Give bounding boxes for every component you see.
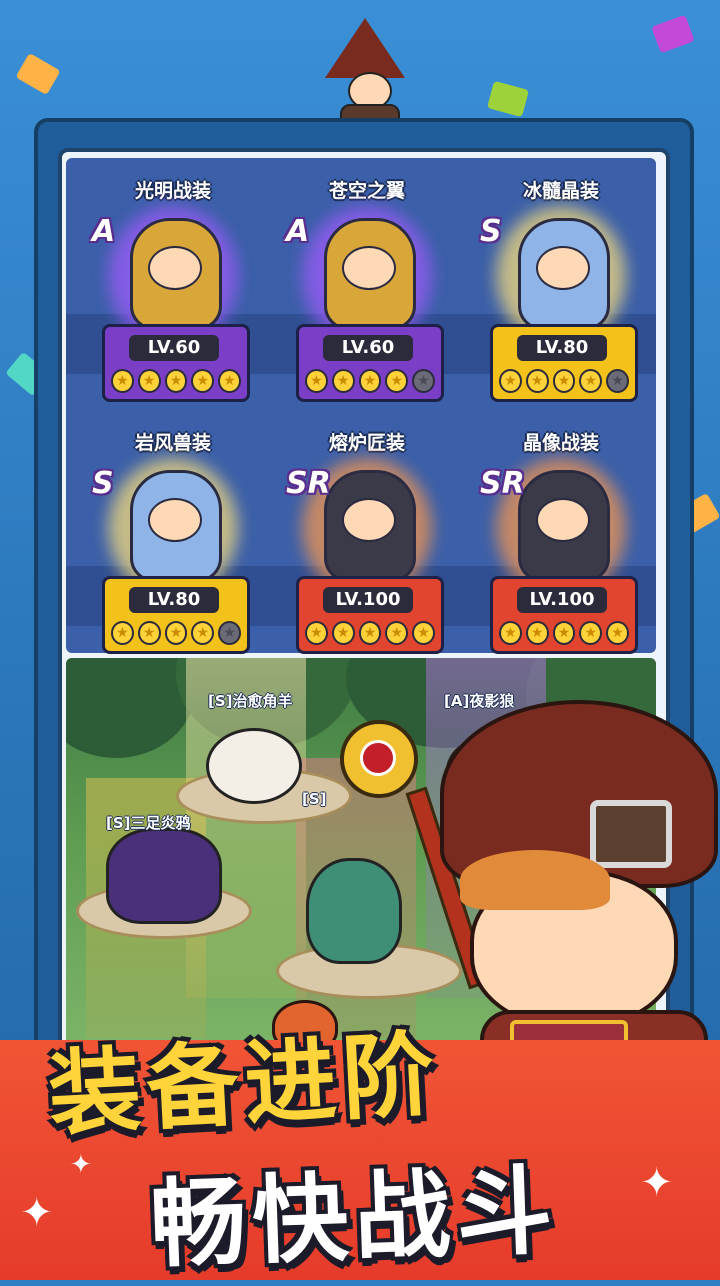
rank-badge: SR bbox=[286, 466, 331, 501]
pet-label-ram: [S]治愈角羊 bbox=[208, 692, 293, 710]
star-icon: ★ bbox=[552, 621, 576, 645]
equipment-name: 晶像战装 bbox=[522, 432, 599, 454]
level-plate: LV.100 ★ ★ ★ ★ ★ bbox=[490, 576, 638, 654]
equipment-card[interactable]: 熔炉匠装 SR LV.100 ★ ★ ★ ★ ★ bbox=[286, 428, 444, 658]
equipment-name: 光明战装 bbox=[134, 180, 211, 202]
equipment-card[interactable]: 岩风兽装 S LV.80 ★ ★ ★ ★ ★ bbox=[92, 428, 250, 658]
level-plate: LV.80 ★ ★ ★ ★ ★ bbox=[490, 324, 638, 402]
level-plate: LV.100 ★ ★ ★ ★ ★ bbox=[296, 576, 444, 654]
star-icon: ★ bbox=[358, 621, 382, 645]
star-icon: ★ bbox=[385, 621, 409, 645]
star-rating: ★ ★ ★ ★ ★ bbox=[111, 621, 241, 645]
slogan-line1: 装备进阶 bbox=[45, 1020, 443, 1149]
star-icon: ★ bbox=[305, 621, 328, 645]
level-label: LV.100 bbox=[323, 587, 413, 613]
rank-badge: A bbox=[92, 214, 116, 249]
sparkle-icon: ✦ bbox=[70, 1150, 92, 1180]
star-icon: ★ bbox=[385, 369, 409, 393]
pet-label-crow: [S]三足炎鸦 bbox=[106, 814, 191, 832]
star-icon: ★ bbox=[606, 621, 629, 645]
level-plate: LV.60 ★ ★ ★ ★ ★ bbox=[102, 324, 250, 402]
star-icon: ★ bbox=[137, 369, 161, 393]
rank-badge: S bbox=[480, 214, 502, 249]
rank-badge: S bbox=[92, 466, 114, 501]
rank-badge: SR bbox=[480, 466, 525, 501]
star-icon: ★ bbox=[331, 621, 355, 645]
star-icon: ★ bbox=[111, 369, 134, 393]
star-rating: ★ ★ ★ ★ ★ bbox=[111, 369, 241, 393]
star-icon: ★ bbox=[358, 369, 382, 393]
equipment-card[interactable]: 晶像战装 SR LV.100 ★ ★ ★ ★ ★ bbox=[480, 428, 638, 658]
equipment-card[interactable]: 苍空之翼 A LV.60 ★ ★ ★ ★ ★ bbox=[286, 176, 444, 406]
equipment-name: 苍空之翼 bbox=[328, 180, 405, 202]
hero-face bbox=[536, 246, 590, 290]
level-label: LV.60 bbox=[129, 335, 219, 361]
hero-face bbox=[148, 498, 202, 542]
equipment-name: 岩风兽装 bbox=[134, 432, 211, 454]
star-icon: ★ bbox=[606, 369, 629, 393]
equipment-name: 冰髓晶装 bbox=[522, 180, 599, 202]
level-plate: LV.80 ★ ★ ★ ★ ★ bbox=[102, 576, 250, 654]
pet-label-partial: [S] bbox=[302, 790, 327, 808]
equipment-card[interactable]: 光明战装 A LV.60 ★ ★ ★ ★ ★ bbox=[92, 176, 250, 406]
star-icon: ★ bbox=[412, 369, 435, 393]
equipment-card[interactable]: 冰髓晶装 S LV.80 ★ ★ ★ ★ ★ bbox=[480, 176, 638, 406]
star-icon: ★ bbox=[164, 621, 188, 645]
star-rating: ★ ★ ★ ★ ★ bbox=[499, 369, 629, 393]
star-icon: ★ bbox=[412, 621, 435, 645]
star-icon: ★ bbox=[525, 621, 549, 645]
rank-badge: A bbox=[286, 214, 310, 249]
star-icon: ★ bbox=[191, 621, 215, 645]
slogan-line2: 畅快战斗 bbox=[148, 1154, 561, 1282]
star-icon: ★ bbox=[579, 369, 603, 393]
star-icon: ★ bbox=[164, 369, 188, 393]
sparkle-icon: ✦ bbox=[640, 1160, 674, 1206]
level-label: LV.80 bbox=[129, 587, 219, 613]
mini-mage-hat bbox=[325, 18, 405, 78]
hero-face bbox=[342, 246, 396, 290]
hero-face bbox=[536, 498, 590, 542]
star-icon: ★ bbox=[525, 369, 549, 393]
level-label: LV.80 bbox=[517, 335, 607, 361]
star-icon: ★ bbox=[218, 621, 241, 645]
star-icon: ★ bbox=[218, 369, 241, 393]
sparkle-icon: ✦ bbox=[20, 1190, 54, 1236]
crow-creature bbox=[106, 828, 222, 924]
star-icon: ★ bbox=[552, 369, 576, 393]
star-rating: ★ ★ ★ ★ ★ bbox=[499, 621, 629, 645]
level-label: LV.60 bbox=[323, 335, 413, 361]
medusa-creature bbox=[306, 858, 402, 964]
star-icon: ★ bbox=[499, 621, 522, 645]
star-icon: ★ bbox=[579, 621, 603, 645]
star-icon: ★ bbox=[111, 621, 134, 645]
star-icon: ★ bbox=[137, 621, 161, 645]
level-label: LV.100 bbox=[517, 587, 607, 613]
star-rating: ★ ★ ★ ★ ★ bbox=[305, 369, 435, 393]
star-icon: ★ bbox=[499, 369, 522, 393]
hero-face bbox=[148, 246, 202, 290]
star-icon: ★ bbox=[331, 369, 355, 393]
mage-hair bbox=[460, 850, 610, 910]
equipment-name: 熔炉匠装 bbox=[328, 432, 405, 454]
mage-staff-gem bbox=[360, 740, 396, 776]
star-icon: ★ bbox=[191, 369, 215, 393]
hero-face bbox=[342, 498, 396, 542]
level-plate: LV.60 ★ ★ ★ ★ ★ bbox=[296, 324, 444, 402]
mage-hat-buckle bbox=[590, 800, 672, 868]
ram-creature bbox=[206, 728, 302, 804]
star-icon: ★ bbox=[305, 369, 328, 393]
pet-label-wolf: [A]夜影狼 bbox=[444, 692, 515, 710]
star-rating: ★ ★ ★ ★ ★ bbox=[305, 621, 435, 645]
